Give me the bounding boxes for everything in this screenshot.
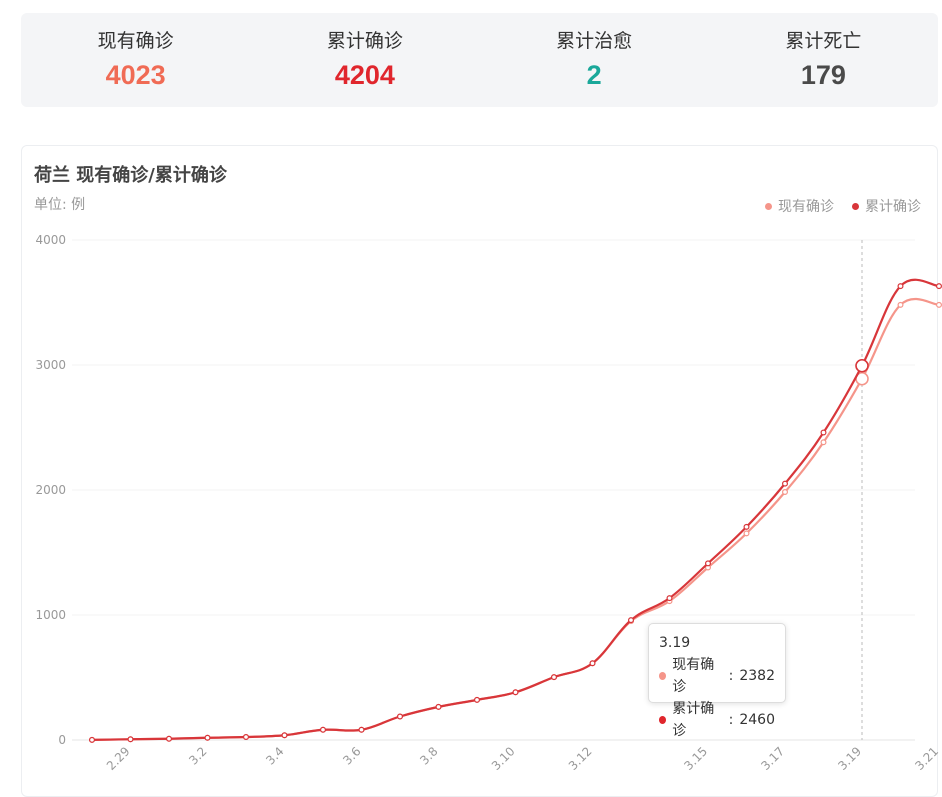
- y-tick-label: 4000: [35, 233, 66, 247]
- line-chart[interactable]: 0 1000 2000 3000 4000 2.29 3.2 3.4 3.6 3.8 3.10 3.1…: [0, 0, 942, 780]
- tooltip-date: 3.19: [659, 635, 691, 651]
- tooltip-row-current: 现有确诊: 2382: [659, 654, 775, 698]
- x-tick-label: 3.2: [186, 744, 209, 767]
- tooltip-series-name: 累计确诊: [672, 701, 715, 739]
- data-point: [88, 736, 95, 743]
- data-point: [935, 301, 942, 308]
- series-line-1: [91, 278, 940, 741]
- data-point: [897, 283, 904, 290]
- data-point: [243, 733, 250, 740]
- x-tick-label: 3.6: [340, 744, 363, 767]
- data-point: [666, 595, 673, 602]
- y-tick-label: 2000: [35, 483, 66, 497]
- y-tick-label: 3000: [35, 358, 66, 372]
- data-point: [281, 732, 288, 739]
- tooltip-row-total: 累计确诊: 2460: [659, 698, 775, 742]
- data-point: [704, 560, 711, 567]
- x-tick-label: 3.21: [912, 744, 941, 773]
- y-tick-label: 0: [58, 733, 66, 747]
- data-point: [550, 674, 557, 681]
- tooltip-dot: [659, 672, 667, 680]
- data-point: [781, 480, 788, 487]
- tooltip-value: 2460: [739, 712, 775, 728]
- data-point: [512, 689, 519, 696]
- data-point: [204, 734, 211, 741]
- x-tick-label: 3.10: [489, 744, 518, 773]
- data-point: [127, 736, 134, 743]
- tooltip-series-name: 现有确诊: [672, 657, 715, 695]
- data-point: [358, 726, 365, 733]
- data-point: [589, 660, 596, 667]
- data-point: [743, 523, 750, 530]
- x-tick-label: 2.29: [104, 744, 133, 773]
- data-point: [627, 617, 634, 624]
- data-point: [820, 439, 827, 446]
- data-point: [820, 429, 827, 436]
- x-tick-label: 3.19: [835, 744, 864, 773]
- x-tick-label: 3.12: [566, 744, 595, 773]
- tooltip-colon: :: [728, 668, 734, 684]
- data-point: [781, 489, 788, 496]
- data-point: [743, 530, 750, 537]
- tooltip-colon: :: [728, 712, 734, 728]
- x-tick-label: 3.15: [681, 744, 710, 773]
- x-tick-label: 3.17: [758, 744, 787, 773]
- tooltip-value: 2382: [739, 668, 775, 684]
- x-tick-label: 3.4: [263, 744, 286, 767]
- data-point: [474, 696, 481, 703]
- data-point: [855, 358, 869, 373]
- data-point: [397, 713, 404, 720]
- x-tick-label: 3.8: [417, 744, 440, 767]
- data-point: [435, 703, 442, 710]
- y-tick-label: 1000: [35, 608, 66, 622]
- data-point: [897, 301, 904, 308]
- chart-tooltip: 3.19 现有确诊: 2382 累计确诊: 2460: [648, 623, 786, 739]
- data-point: [320, 726, 327, 733]
- data-point: [935, 283, 942, 290]
- tooltip-dot: [659, 716, 667, 724]
- data-point: [166, 735, 173, 742]
